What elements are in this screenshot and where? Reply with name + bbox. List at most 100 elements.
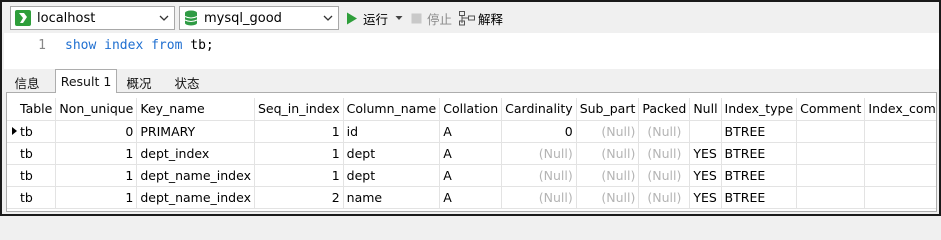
table-cell[interactable]: BTREE	[721, 186, 798, 209]
column-header[interactable]: Key_name	[136, 98, 255, 121]
table-cell[interactable]	[796, 142, 866, 165]
table-cell[interactable]: (Null)	[638, 164, 691, 187]
column-header[interactable]: Index_comment	[864, 98, 936, 121]
run-dropdown-icon[interactable]	[395, 15, 403, 21]
table-cell[interactable]	[796, 186, 866, 209]
table-cell[interactable]: tb	[17, 186, 57, 209]
database-name: mysql_good	[204, 10, 282, 26]
table-cell[interactable]: tb	[17, 120, 57, 143]
table-cell[interactable]: id	[343, 120, 441, 143]
sql-keyword: show	[65, 38, 97, 53]
table-cell[interactable]	[864, 142, 936, 165]
sql-editor[interactable]: 1 show index from tb;	[4, 33, 939, 69]
table-cell[interactable]: (Null)	[576, 120, 640, 143]
chevron-down-icon	[159, 15, 169, 21]
table-row[interactable]: tb 1 dept_name_index 2 name A (Null) (Null) (Nul…	[7, 186, 936, 209]
chevron-down-icon	[323, 15, 333, 21]
table-cell[interactable]: 1	[55, 164, 138, 187]
table-cell[interactable]: 0	[55, 120, 138, 143]
row-indicator[interactable]	[7, 164, 17, 187]
table-cell[interactable]: dept	[343, 164, 441, 187]
table-cell[interactable]: (Null)	[501, 164, 577, 187]
column-header[interactable]: Table	[17, 98, 57, 121]
tab-profile[interactable]: 概况	[117, 71, 161, 93]
run-button[interactable]: 运行	[346, 9, 403, 27]
table-cell[interactable]: (Null)	[501, 142, 577, 165]
tab-result-1[interactable]: Result 1	[55, 69, 117, 93]
row-indicator-header	[7, 98, 17, 121]
table-cell[interactable]	[796, 120, 866, 143]
database-icon	[184, 10, 198, 26]
table-cell[interactable]	[796, 164, 866, 187]
table-cell[interactable]: tb	[17, 164, 57, 187]
table-cell[interactable]: dept	[343, 142, 441, 165]
table-cell[interactable]: (Null)	[638, 120, 691, 143]
table-cell[interactable]: 2	[254, 186, 344, 209]
table-cell[interactable]: dept_name_index	[136, 186, 255, 209]
row-indicator[interactable]	[7, 120, 17, 143]
table-cell[interactable]: PRIMARY	[136, 120, 255, 143]
column-header[interactable]: Comment	[796, 98, 866, 121]
table-row[interactable]: tb 1 dept_index 1 dept A (Null) (Null) (Null) YES…	[7, 142, 936, 165]
table-row[interactable]: tb 0 PRIMARY 1 id A 0 (Null) (Null) BTREE	[7, 120, 936, 143]
tab-status[interactable]: 状态	[165, 71, 209, 93]
explain-icon	[459, 10, 475, 25]
table-cell[interactable]: name	[343, 186, 441, 209]
table-cell[interactable]	[864, 164, 936, 187]
table-cell[interactable]: 1	[254, 164, 344, 187]
table-cell[interactable]: (Null)	[638, 186, 691, 209]
result-table: Table Non_unique Key_name Seq_in_index C…	[7, 98, 936, 209]
column-header[interactable]: Sub_part	[576, 98, 640, 121]
sql-keyword: index	[104, 38, 144, 53]
column-header[interactable]: Seq_in_index	[254, 98, 344, 121]
table-cell[interactable]	[864, 186, 936, 209]
table-cell[interactable]: A	[439, 120, 503, 143]
table-cell[interactable]: 1	[55, 186, 138, 209]
column-header[interactable]: Cardinality	[501, 98, 577, 121]
table-cell[interactable]	[689, 120, 722, 143]
connection-name: localhost	[37, 10, 96, 26]
table-cell[interactable]: BTREE	[721, 164, 798, 187]
table-cell[interactable]: BTREE	[721, 120, 798, 143]
table-cell[interactable]: A	[439, 142, 503, 165]
table-cell[interactable]: YES	[689, 164, 722, 187]
column-header[interactable]: Column_name	[343, 98, 441, 121]
table-cell[interactable]: (Null)	[638, 142, 691, 165]
table-cell[interactable]: tb	[17, 142, 57, 165]
table-cell[interactable]: A	[439, 164, 503, 187]
table-cell[interactable]: A	[439, 186, 503, 209]
database-select[interactable]: mysql_good	[179, 6, 339, 30]
stop-button[interactable]: 停止	[411, 9, 452, 27]
sql-code[interactable]: show index from tb;	[65, 38, 214, 53]
table-cell[interactable]: YES	[689, 142, 722, 165]
table-cell[interactable]: 1	[55, 142, 138, 165]
column-header[interactable]: Collation	[439, 98, 503, 121]
table-cell[interactable]: 0	[501, 120, 577, 143]
column-header[interactable]: Packed	[638, 98, 691, 121]
header-row: Table Non_unique Key_name Seq_in_index C…	[7, 98, 936, 121]
connection-select[interactable]: localhost	[10, 6, 175, 30]
column-header[interactable]: Non_unique	[55, 98, 138, 121]
table-cell[interactable]: YES	[689, 186, 722, 209]
table-cell[interactable]: (Null)	[501, 186, 577, 209]
column-header[interactable]: Null	[689, 98, 722, 121]
table-cell[interactable]: 1	[254, 120, 344, 143]
stop-label: 停止	[427, 11, 453, 27]
table-cell[interactable]: dept_name_index	[136, 164, 255, 187]
table-row[interactable]: tb 1 dept_name_index 1 dept A (Null) (Null) (Nul…	[7, 164, 936, 187]
table-cell[interactable]: (Null)	[576, 164, 640, 187]
explain-button[interactable]: 解释	[459, 9, 503, 27]
table-cell[interactable]: dept_index	[136, 142, 255, 165]
row-indicator[interactable]	[7, 186, 17, 209]
run-label: 运行	[363, 11, 389, 27]
column-header[interactable]: Index_type	[721, 98, 798, 121]
table-cell[interactable]: (Null)	[576, 142, 640, 165]
table-cell[interactable]: 1	[254, 142, 344, 165]
sql-keyword: from	[151, 38, 183, 53]
table-cell[interactable]: (Null)	[576, 186, 640, 209]
query-window: localhost mysql_good 运行 停止 解释 1 show ind…	[0, 0, 941, 216]
table-cell[interactable]	[864, 120, 936, 143]
tab-info[interactable]: 信息	[6, 71, 48, 93]
row-indicator[interactable]	[7, 142, 17, 165]
table-cell[interactable]: BTREE	[721, 142, 798, 165]
